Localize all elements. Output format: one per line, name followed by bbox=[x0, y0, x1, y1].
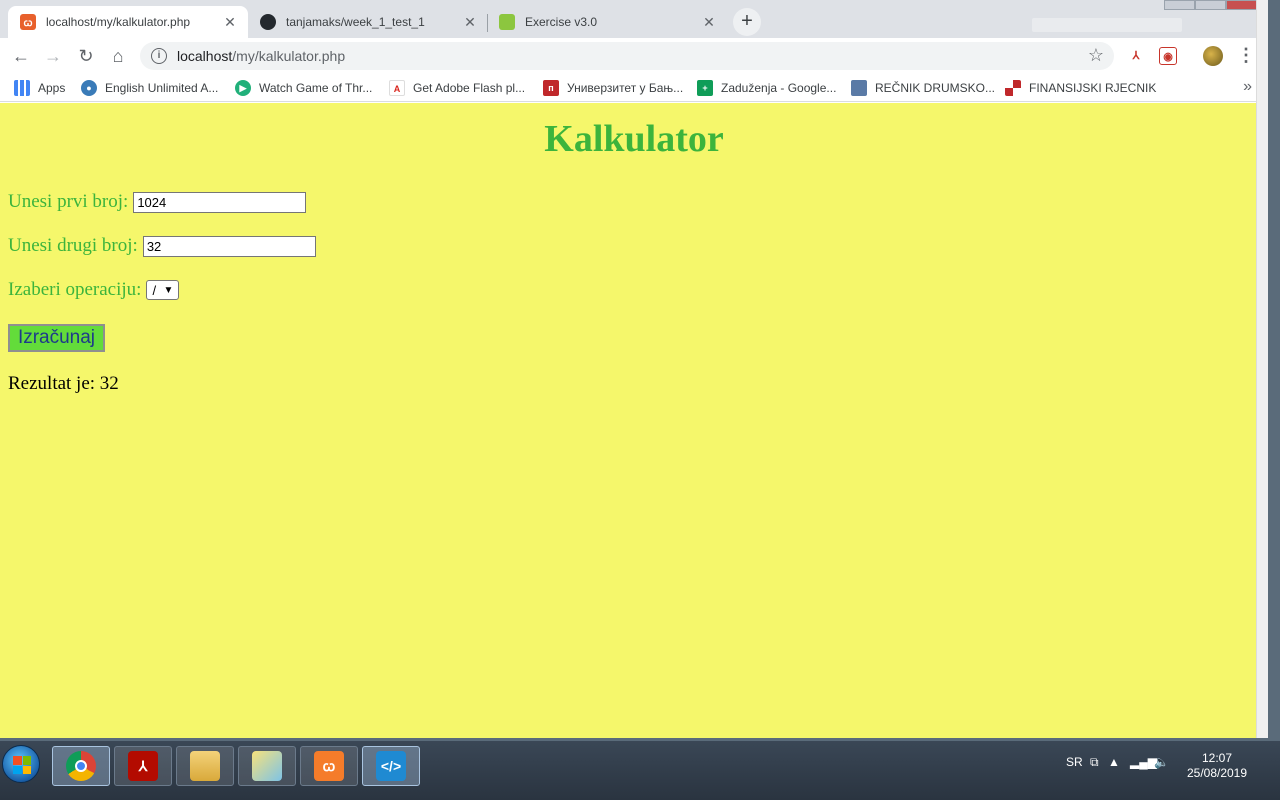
network-status-icon[interactable]: ⧉ bbox=[1090, 755, 1099, 770]
clock-date: 25/08/2019 bbox=[1186, 766, 1248, 780]
bookmark-got[interactable]: ▶ Watch Game of Thr... bbox=[235, 79, 372, 97]
taskbar-vscode[interactable]: </> bbox=[362, 746, 420, 786]
taskbar-explorer[interactable] bbox=[176, 746, 234, 786]
home-icon[interactable]: ⌂ bbox=[105, 43, 131, 69]
new-tab-button[interactable]: + bbox=[733, 8, 761, 36]
book-icon bbox=[851, 80, 867, 96]
xampp-icon: ꞷ bbox=[20, 14, 36, 30]
maximize-button[interactable] bbox=[1194, 0, 1226, 10]
page-title: Kalkulator bbox=[544, 118, 724, 160]
taskbar-acrobat[interactable]: ⅄ bbox=[114, 746, 172, 786]
second-number-label: Unesi drugi broj: bbox=[8, 235, 138, 256]
show-hidden-icons-icon[interactable]: ▲ bbox=[1108, 755, 1120, 769]
github-icon bbox=[260, 14, 276, 30]
acrobat-extension-icon[interactable]: ⅄ bbox=[1127, 47, 1145, 65]
bookmark-english[interactable]: ● English Unlimited A... bbox=[81, 79, 218, 97]
tab-github[interactable]: tanjamaks/week_1_test_1 ✕ bbox=[248, 6, 488, 38]
windows-logo-icon bbox=[13, 756, 31, 774]
second-number-row: Unesi drugi broj: bbox=[8, 235, 316, 257]
shield-extension-icon[interactable]: ◉ bbox=[1159, 47, 1177, 65]
bookmark-univerzitet[interactable]: п Универзитет у Бањ... bbox=[543, 79, 683, 97]
bookmark-label: Apps bbox=[38, 81, 66, 95]
tab-kalkulator[interactable]: ꞷ localhost/my/kalkulator.php ✕ bbox=[8, 6, 248, 38]
result-text: Rezultat je: 32 bbox=[8, 373, 119, 394]
page-content: Kalkulator Unesi prvi broj: Unesi drugi … bbox=[0, 103, 1268, 738]
forward-arrow-icon[interactable]: → bbox=[40, 43, 66, 69]
bookmark-label: Watch Game of Thr... bbox=[259, 81, 373, 95]
play-icon: ▶ bbox=[235, 80, 251, 96]
second-number-input[interactable] bbox=[142, 235, 316, 257]
bookmark-apps[interactable]: Apps bbox=[14, 79, 65, 97]
profile-avatar[interactable] bbox=[1203, 46, 1223, 66]
bookmark-adobe[interactable]: A Get Adobe Flash pl... bbox=[389, 79, 525, 97]
xampp-icon: ꞷ bbox=[314, 751, 344, 781]
operation-select[interactable]: / ▼ bbox=[146, 280, 180, 300]
minimize-button[interactable] bbox=[1164, 0, 1195, 10]
close-icon[interactable]: ✕ bbox=[701, 14, 717, 30]
url-path: /my/kalkulator.php bbox=[232, 48, 346, 64]
browser-toolbar: ← → ↻ ⌂ i localhost/my/kalkulator.php ☆ … bbox=[0, 38, 1268, 74]
checker-icon bbox=[1005, 80, 1021, 96]
first-number-label: Unesi prvi broj: bbox=[8, 191, 129, 212]
taskbar-chrome[interactable] bbox=[52, 746, 110, 786]
caret-down-icon: ▼ bbox=[163, 284, 174, 296]
apps-grid-icon bbox=[14, 80, 30, 96]
bookmark-label: REČNIK DRUMSKO... bbox=[875, 81, 996, 95]
tab-exercise[interactable]: Exercise v3.0 ✕ bbox=[487, 6, 727, 38]
exercise-icon bbox=[499, 14, 515, 30]
back-arrow-icon[interactable]: ← bbox=[8, 43, 34, 69]
menu-icon[interactable]: ⋮ bbox=[1237, 44, 1255, 68]
signal-icon[interactable]: ▂▄▆ bbox=[1130, 755, 1157, 769]
bookmarks-bar: Apps ● English Unlimited A... ▶ Watch Ga… bbox=[0, 74, 1268, 102]
reload-icon[interactable]: ↻ bbox=[73, 43, 99, 69]
scrollbar[interactable] bbox=[1256, 0, 1268, 738]
university-icon: п bbox=[543, 80, 559, 96]
bookmark-label: Get Adobe Flash pl... bbox=[413, 81, 526, 95]
tab-title: tanjamaks/week_1_test_1 bbox=[286, 15, 425, 29]
clock-time: 12:07 bbox=[1201, 751, 1233, 765]
address-bar[interactable]: i localhost/my/kalkulator.php ☆ bbox=[140, 42, 1114, 70]
tab-title: Exercise v3.0 bbox=[525, 15, 598, 29]
tab-title: localhost/my/kalkulator.php bbox=[46, 15, 191, 29]
adobe-icon: A bbox=[389, 80, 405, 96]
bookmark-zaduzenja[interactable]: + Zaduženja - Google... bbox=[697, 79, 836, 97]
operation-selected-value: / bbox=[152, 282, 157, 298]
language-indicator[interactable]: SR bbox=[1066, 755, 1083, 769]
folder-icon bbox=[252, 751, 282, 781]
globe-icon: ● bbox=[81, 80, 97, 96]
close-icon[interactable]: ✕ bbox=[222, 14, 238, 30]
bookmark-star-icon[interactable]: ☆ bbox=[1088, 45, 1104, 66]
first-number-row: Unesi prvi broj: bbox=[8, 191, 307, 213]
acrobat-icon: ⅄ bbox=[128, 751, 158, 781]
bookmark-label: FINANSIJSKI RJECNIK bbox=[1029, 81, 1157, 95]
window-controls bbox=[1164, 0, 1269, 10]
taskbar-xampp[interactable]: ꞷ bbox=[300, 746, 358, 786]
bookmark-recnik[interactable]: REČNIK DRUMSKO... bbox=[851, 79, 995, 97]
info-icon[interactable]: i bbox=[151, 48, 167, 64]
operation-label: Izaberi operaciju: bbox=[8, 279, 142, 300]
taskbar-folder[interactable] bbox=[238, 746, 296, 786]
system-clock[interactable]: 12:07 25/08/2019 bbox=[1180, 751, 1254, 781]
background-window-search bbox=[1032, 18, 1182, 32]
first-number-input[interactable] bbox=[133, 191, 307, 213]
bookmark-finansijski[interactable]: FINANSIJSKI RJECNIK bbox=[1005, 79, 1156, 97]
file-explorer-icon bbox=[190, 751, 220, 781]
bookmark-label: Zaduženja - Google... bbox=[721, 81, 837, 95]
taskbar: ⅄ ꞷ </> SR ⧉ ▲ ▂▄▆ 🔈 12:07 25/08/2019 bbox=[0, 741, 1280, 800]
bookmark-label: Универзитет у Бањ... bbox=[567, 81, 684, 95]
sheets-icon: + bbox=[697, 80, 713, 96]
tab-strip: ꞷ localhost/my/kalkulator.php ✕ tanjamak… bbox=[0, 0, 1269, 38]
calculate-button[interactable]: Izračunaj bbox=[8, 324, 105, 352]
close-icon[interactable]: ✕ bbox=[462, 14, 478, 30]
volume-icon[interactable]: 🔈 bbox=[1154, 755, 1169, 769]
url-host: localhost bbox=[177, 48, 233, 64]
start-button[interactable] bbox=[2, 745, 40, 783]
chrome-icon bbox=[66, 751, 96, 781]
operation-row: Izaberi operaciju: / ▼ bbox=[8, 279, 180, 301]
bookmark-label: English Unlimited A... bbox=[105, 81, 219, 95]
vscode-icon: </> bbox=[376, 751, 406, 781]
browser-window: ꞷ localhost/my/kalkulator.php ✕ tanjamak… bbox=[0, 0, 1269, 738]
chevron-right-icon[interactable]: » bbox=[1243, 78, 1252, 96]
